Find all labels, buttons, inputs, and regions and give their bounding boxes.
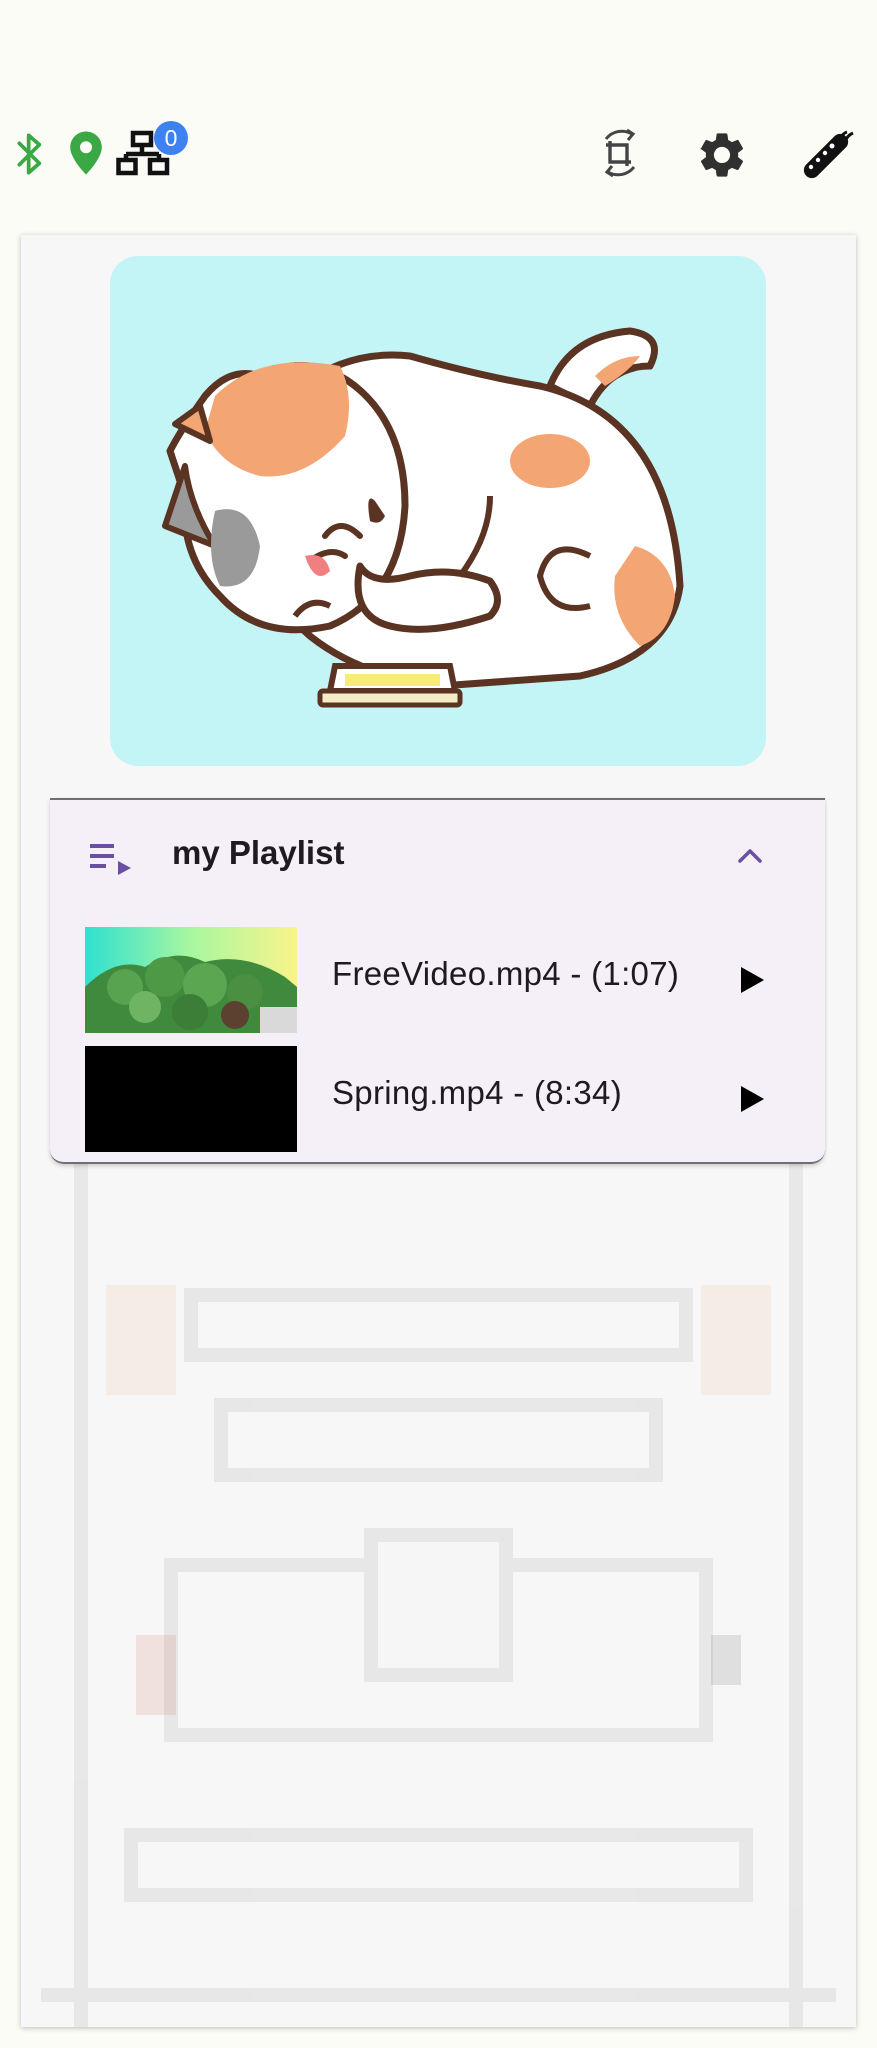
network-count-badge: 0 xyxy=(154,121,188,155)
playlist-play-icon xyxy=(90,844,131,875)
playlist-item[interactable]: Spring.mp4 - (8:34) xyxy=(50,1046,825,1152)
settings-gear-icon[interactable] xyxy=(695,128,749,182)
nature-video-thumbnail xyxy=(85,927,297,1033)
chevron-up-icon[interactable] xyxy=(736,846,764,866)
playlist-panel: my Playlist FreeVideo.mp4 - (1:07) Sprin… xyxy=(50,798,825,1164)
bluetooth-icon[interactable] xyxy=(14,131,46,177)
remote-control-icon[interactable] xyxy=(797,122,857,184)
playlist-header[interactable]: my Playlist xyxy=(50,800,825,910)
video-title: Spring.mp4 - (8:34) xyxy=(332,1074,622,1111)
playlist-item[interactable]: FreeVideo.mp4 - (1:07) xyxy=(50,927,825,1033)
black-thumbnail xyxy=(85,1046,297,1152)
play-icon[interactable] xyxy=(731,960,771,1000)
top-status-bar: 0 xyxy=(0,0,877,230)
crop-rotate-icon[interactable] xyxy=(592,125,648,181)
main-card: my Playlist FreeVideo.mp4 - (1:07) Sprin… xyxy=(21,235,856,2027)
location-pin-icon[interactable] xyxy=(68,130,104,176)
cat-illustration xyxy=(162,327,684,708)
hero-cat-image xyxy=(110,256,766,766)
video-title: FreeVideo.mp4 - (1:07) xyxy=(332,955,680,992)
video-thumbnail xyxy=(85,927,297,1033)
playlist-title: my Playlist xyxy=(172,834,345,871)
play-icon[interactable] xyxy=(731,1079,771,1119)
video-thumbnail xyxy=(85,1046,297,1152)
